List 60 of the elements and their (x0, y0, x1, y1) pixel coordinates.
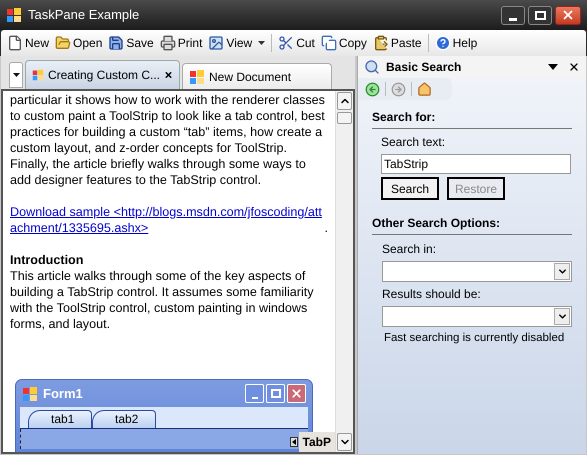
field-label: Results should be: (382, 286, 482, 303)
folder-icon (55, 35, 72, 51)
clipboard-icon (372, 35, 389, 51)
toolbar-button[interactable]: Print (156, 32, 206, 54)
download-link[interactable]: Download sample <http://blogs.msdn.com/jfoscoding/attachment/1335695.ashx> (10, 204, 324, 236)
toolbar-button[interactable]: Open (52, 32, 106, 54)
close-button[interactable] (555, 6, 581, 24)
form-title: Form1 (43, 384, 83, 403)
close-icon (561, 8, 575, 22)
minimize-button[interactable] (501, 6, 525, 24)
scissors-icon (278, 35, 294, 51)
page-icon (7, 35, 23, 51)
paragraph: This article walks through some of the key aspects of building a TabStrip control. It assumes some familiarity with the ToolStrip control, custom painting in windows forms, and layout. (10, 268, 315, 332)
toolbar-button[interactable]: Copy (318, 32, 370, 54)
dropdown-icon[interactable] (548, 64, 558, 70)
window-title: TaskPane Example (28, 6, 140, 24)
document-icon (32, 67, 44, 83)
search-text-field[interactable]: TabStrip (381, 154, 571, 174)
toolbar-button[interactable]: Cut (275, 32, 318, 54)
image-icon (208, 35, 224, 51)
maximize-button[interactable] (528, 6, 552, 24)
close-icon[interactable] (568, 61, 580, 73)
field-label: Search in: (382, 241, 438, 258)
document-icon (189, 68, 205, 84)
pane-button[interactable]: Search (381, 177, 439, 200)
dropdown-field[interactable] (382, 306, 572, 327)
close-icon[interactable] (164, 69, 173, 81)
scroll-thumb[interactable] (337, 112, 352, 124)
copy-icon (320, 35, 337, 51)
home-icon (417, 82, 432, 96)
document-tab[interactable]: New Document (182, 63, 332, 89)
toolbar-button[interactable]: Save (105, 32, 157, 54)
toolbar-button[interactable]: Paste (370, 32, 425, 54)
back-icon (365, 82, 380, 96)
field-label: Search text: (380, 134, 446, 151)
search-icon (364, 59, 380, 75)
close-icon (290, 387, 303, 400)
tab-label: TabP (298, 432, 335, 452)
section-heading: Introduction (10, 252, 84, 268)
help-icon (434, 35, 451, 51)
app-icon (6, 7, 22, 23)
section-heading: Search for: (372, 108, 572, 129)
forward-icon (391, 82, 406, 96)
toolbar-button[interactable]: View (205, 32, 268, 54)
printer-icon (160, 35, 176, 51)
status-note: Fast searching is currently disabled (383, 331, 566, 346)
section-heading: Other Search Options: (372, 214, 572, 235)
app-icon (22, 386, 38, 402)
document-tab[interactable]: Creating Custom C... (25, 60, 180, 89)
dropdown-field[interactable] (382, 261, 572, 282)
vertical-scrollbar[interactable] (335, 91, 353, 452)
pane-title: Basic Search (386, 59, 462, 76)
nav-button[interactable] (416, 80, 433, 98)
paragraph: particular it shows how to work with the renderer classes to custom paint a ToolStrip to look like a tab control, best practices for building a custom “tab” items, how create a custom layout, and z-order concepts for ToolStrip. Finally, the article briefly walks through some ways to add designer features to the TabStrip control. (10, 92, 326, 188)
caret-icon (12, 73, 20, 77)
period: . (324, 220, 328, 236)
nav-button[interactable] (364, 80, 381, 98)
tab-list-button[interactable] (9, 62, 23, 88)
toolbar-button[interactable]: Help (432, 32, 480, 54)
toolbar-button[interactable]: New (4, 32, 52, 54)
